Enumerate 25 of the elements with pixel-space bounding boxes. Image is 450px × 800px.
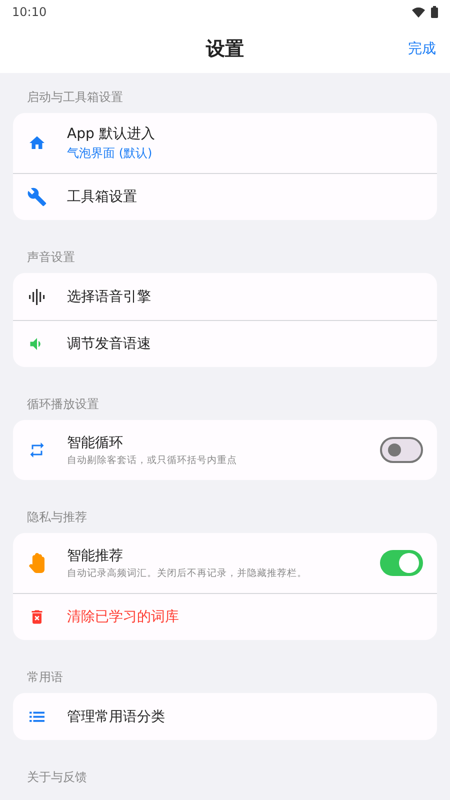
toggle-switch[interactable] <box>380 550 423 576</box>
section-header: 隐私与推荐 <box>26 509 88 525</box>
row-value: 气泡界面 (默认) <box>67 144 154 162</box>
battery-icon <box>431 6 438 18</box>
section-header: 常用语 <box>26 669 64 685</box>
hand-icon <box>27 552 47 574</box>
wifi-icon <box>412 6 425 18</box>
section-header: 启动与工具箱设置 <box>26 89 124 105</box>
page-title: 设置 <box>206 36 244 62</box>
row-title[interactable]: App 默认进入 <box>67 124 423 142</box>
status-time: 10:10 <box>12 5 47 19</box>
row-title[interactable]: 调节发音语速 <box>67 335 423 353</box>
row-title: 智能推荐 <box>67 546 124 564</box>
row-description: 自动剔除客套话，或只循环括号内重点 <box>67 454 238 466</box>
section-header: 循环播放设置 <box>26 396 100 412</box>
section-header: 关于与反馈 <box>26 769 88 785</box>
section-header: 声音设置 <box>26 249 76 265</box>
toggle-switch[interactable] <box>380 437 423 463</box>
done-button[interactable]: 完成 <box>408 40 436 58</box>
row-title[interactable]: 工具箱设置 <box>67 188 423 206</box>
row-title[interactable]: 管理常用语分类 <box>67 708 423 726</box>
row-title[interactable]: 选择语音引擎 <box>67 288 423 306</box>
row-title: 智能循环 <box>67 434 124 452</box>
wrench-icon <box>27 186 47 208</box>
row-description: 自动记录高频词汇。关闭后不再记录，并隐藏推荐栏。 <box>67 566 308 580</box>
